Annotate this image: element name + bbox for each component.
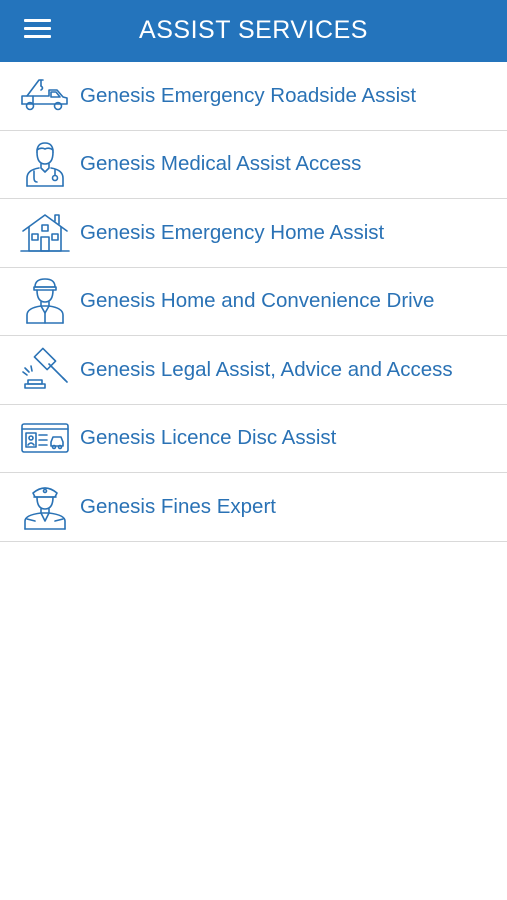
list-item-licence-disc[interactable]: Genesis Licence Disc Assist [0,404,507,473]
tow-truck-icon [0,62,80,130]
list-item-medical-assist[interactable]: Genesis Medical Assist Access [0,130,507,199]
doctor-icon [0,130,80,198]
police-officer-icon [0,473,80,541]
app-header: ASSIST SERVICES [0,0,507,62]
list-item-home-assist[interactable]: Genesis Emergency Home Assist [0,199,507,268]
service-label: Genesis Home and Convenience Drive [80,289,435,313]
service-label: Genesis Fines Expert [80,494,276,518]
house-icon [0,199,80,267]
gavel-icon [0,336,80,404]
service-label: Genesis Emergency Roadside Assist [80,83,417,107]
service-label: Genesis Emergency Home Assist [80,220,385,244]
service-label: Genesis Medical Assist Access [80,152,362,176]
service-label: Genesis Legal Assist, Advice and Access [80,357,453,381]
licence-disc-icon [0,404,80,472]
chauffeur-icon [0,267,80,335]
service-label: Genesis Licence Disc Assist [80,426,337,450]
page-title: ASSIST SERVICES [139,16,368,44]
list-item-legal-assist[interactable]: Genesis Legal Assist, Advice and Access [0,336,507,405]
list-item-convenience-drive[interactable]: Genesis Home and Convenience Drive [0,267,507,336]
list-item-fines-expert[interactable]: Genesis Fines Expert [0,473,507,542]
services-list: Genesis Emergency Roadside Assist Genesi… [0,62,507,542]
list-item-roadside-assist[interactable]: Genesis Emergency Roadside Assist [0,62,507,131]
